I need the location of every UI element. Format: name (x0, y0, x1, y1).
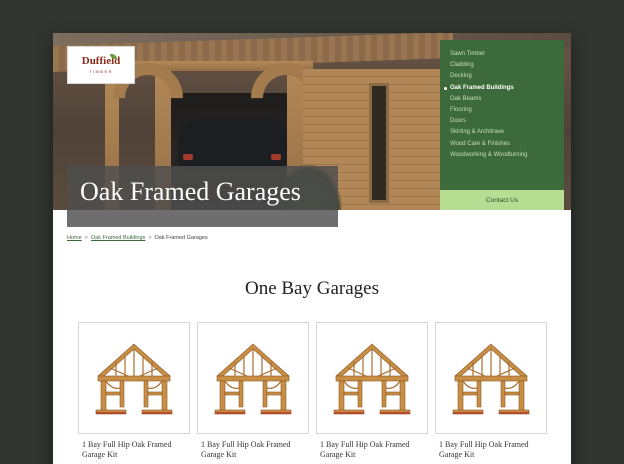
product-name[interactable]: 1 Bay Full Hip Oak Framed Garage Kit (435, 440, 547, 460)
product-card[interactable]: 1 Bay Full Hip Oak Framed Garage Kit (78, 322, 190, 460)
product-name[interactable]: 1 Bay Full Hip Oak Framed Garage Kit (197, 440, 309, 460)
contact-us-button[interactable]: Contact Us (440, 190, 564, 210)
menu-item-decking[interactable]: Decking (450, 71, 564, 82)
breadcrumb-current: Oak Framed Garages (154, 235, 208, 241)
breadcrumb-home-link[interactable]: Home (67, 235, 82, 241)
oak-frame-garage-illustration (95, 343, 173, 415)
oak-frame-garage-illustration (333, 343, 411, 415)
product-name[interactable]: 1 Bay Full Hip Oak Framed Garage Kit (78, 440, 190, 460)
breadcrumb-separator: > (84, 235, 88, 241)
product-image[interactable] (435, 322, 547, 434)
product-image[interactable] (78, 322, 190, 434)
breadcrumb-separator: > (148, 235, 152, 241)
product-image[interactable] (316, 322, 428, 434)
product-card[interactable]: 1 Bay Full Hip Oak Framed Garage Kit (435, 322, 547, 460)
section-title: One Bay Garages (244, 278, 379, 299)
category-menu: Sawn Timber Cladding Decking Oak Framed … (440, 40, 564, 190)
product-name[interactable]: 1 Bay Full Hip Oak Framed Garage Kit (316, 440, 428, 460)
hero-window (369, 83, 389, 203)
menu-item-woodworking-woodturning[interactable]: Woodworking & Woodturning (450, 150, 564, 161)
hero-car-taillight (271, 154, 281, 160)
hero-car-taillight (183, 154, 193, 160)
product-card[interactable]: 1 Bay Full Hip Oak Framed Garage Kit (316, 322, 428, 460)
product-card[interactable]: 1 Bay Full Hip Oak Framed Garage Kit (197, 322, 309, 460)
menu-item-flooring[interactable]: Flooring (450, 105, 564, 116)
brand-tagline: TIMBER (88, 69, 114, 74)
oak-frame-garage-illustration (452, 343, 530, 415)
breadcrumb: Home > Oak Framed Buildings > Oak Framed Gar… (67, 235, 208, 241)
menu-item-sawn-timber[interactable]: Sawn Timber (450, 49, 564, 60)
menu-item-oak-framed-buildings[interactable]: Oak Framed Buildings (444, 83, 564, 94)
menu-item-wood-care-finishes[interactable]: Wood Care & Finishes (450, 139, 564, 150)
product-image[interactable] (197, 322, 309, 434)
brand-logo[interactable]: Duffield TIMBER (67, 46, 135, 84)
page-title-panel: Oak Framed Garages (67, 166, 338, 227)
page-title: Oak Framed Garages (80, 177, 301, 206)
breadcrumb-parent-link[interactable]: Oak Framed Buildings (91, 235, 145, 241)
menu-item-oak-beams[interactable]: Oak Beams (450, 94, 564, 105)
menu-item-skirting-architrave[interactable]: Skirting & Architrave (450, 127, 564, 138)
menu-item-doors[interactable]: Doors (450, 116, 564, 127)
browser-page: Duffield TIMBER Sawn Timber Cladding Dec… (53, 33, 571, 464)
category-menu-list: Sawn Timber Cladding Decking Oak Framed … (444, 49, 564, 161)
menu-item-cladding[interactable]: Cladding (450, 60, 564, 71)
oak-frame-garage-illustration (214, 343, 292, 415)
